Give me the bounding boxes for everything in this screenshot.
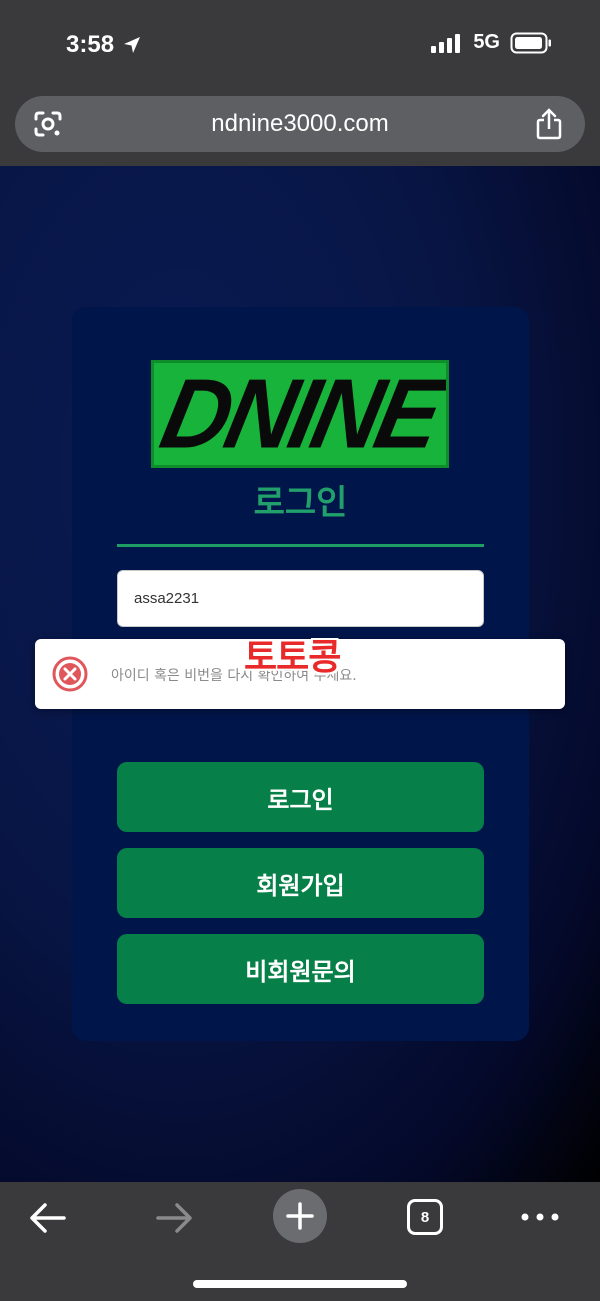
login-button[interactable]: 로그인 bbox=[117, 762, 484, 832]
page-title: 로그인 bbox=[253, 483, 348, 523]
status-time-group: 3:58 bbox=[66, 28, 142, 62]
logo-text: DNINE bbox=[152, 360, 449, 468]
url-bar[interactable]: ndnine3000.com bbox=[15, 96, 585, 152]
guest-inquiry-button[interactable]: 비회원문의 bbox=[117, 934, 484, 1004]
signal-bars-icon bbox=[431, 33, 461, 53]
back-arrow-icon[interactable] bbox=[28, 1200, 68, 1236]
watermark-text: 토토콩 bbox=[244, 637, 341, 678]
forward-arrow-icon[interactable] bbox=[154, 1200, 194, 1236]
signup-button[interactable]: 회원가입 bbox=[117, 848, 484, 918]
share-icon[interactable] bbox=[535, 108, 563, 140]
location-arrow-icon bbox=[124, 37, 141, 53]
tab-switcher-button[interactable]: 8 bbox=[407, 1199, 443, 1235]
username-input[interactable]: assa2231 bbox=[117, 570, 484, 627]
plus-icon bbox=[286, 1202, 314, 1230]
url-text[interactable]: ndnine3000.com bbox=[211, 110, 388, 138]
new-tab-button[interactable] bbox=[273, 1189, 327, 1243]
status-time: 3:58 bbox=[66, 31, 115, 58]
home-indicator[interactable] bbox=[193, 1280, 407, 1288]
google-lens-icon[interactable] bbox=[33, 110, 63, 138]
browser-top-chrome: 3:58 5G ndnine3000.com bbox=[0, 0, 600, 166]
error-x-icon bbox=[52, 656, 88, 692]
title-divider bbox=[117, 544, 484, 547]
more-dots-icon[interactable] bbox=[520, 1212, 560, 1222]
status-indicators: 5G bbox=[431, 31, 552, 54]
network-type: 5G bbox=[473, 31, 500, 53]
battery-icon bbox=[510, 32, 551, 53]
site-logo: DNINE bbox=[151, 360, 449, 468]
browser-bottom-toolbar: 8 bbox=[0, 1182, 600, 1301]
